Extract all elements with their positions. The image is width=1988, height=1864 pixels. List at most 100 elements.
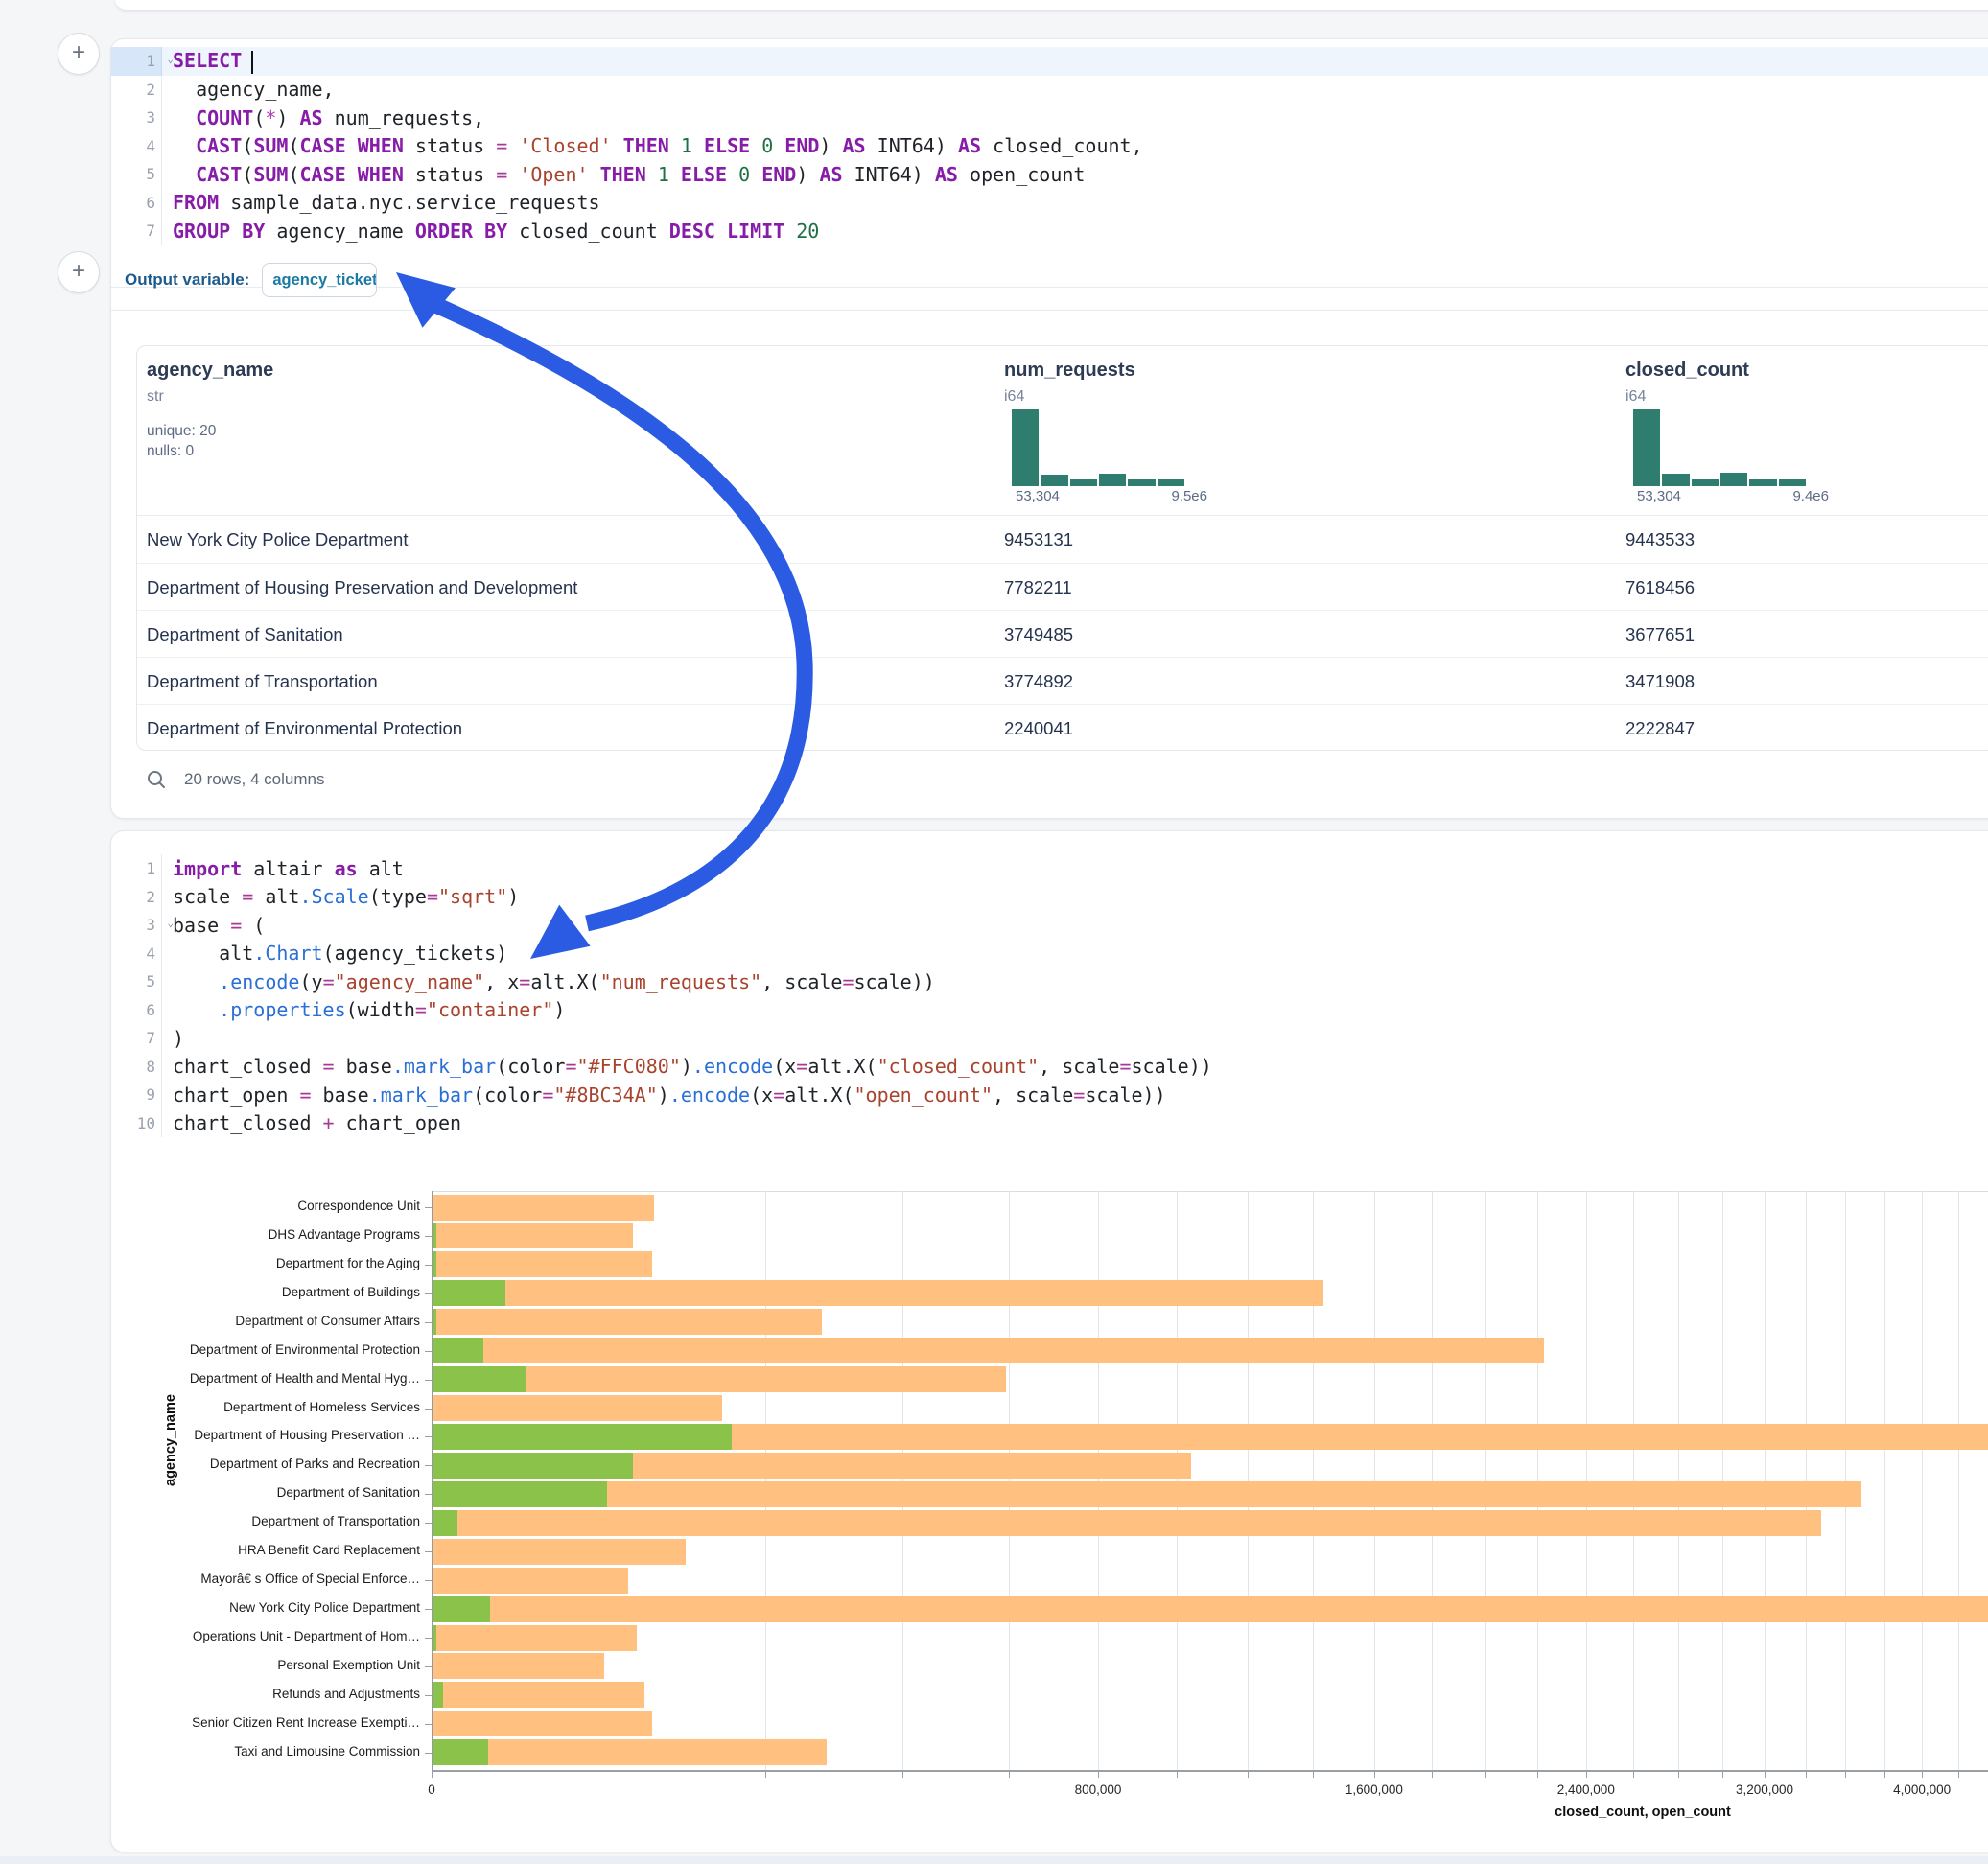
code-line[interactable]: 6FROM sample_data.nyc.service_requests — [111, 189, 1988, 218]
y-axis-tick — [425, 1638, 432, 1639]
code-line[interactable]: 2 agency_name, — [111, 76, 1988, 105]
code-token: agency_name — [265, 220, 415, 243]
code-line[interactable]: 5 CAST(SUM(CASE WHEN status = 'Open' THE… — [111, 160, 1988, 189]
code-token: WHEN — [358, 134, 404, 157]
x-axis-tick — [1009, 1772, 1010, 1778]
code-token: WHEN — [358, 163, 404, 186]
y-axis-label: Department of Housing Preservation … — [111, 1428, 420, 1442]
add-cell-button-top[interactable]: + — [58, 33, 100, 75]
code-token: (x — [773, 1055, 796, 1078]
bar-closed — [433, 1596, 1988, 1622]
code-line[interactable]: 6 .properties(width="container") — [111, 996, 1988, 1025]
code-token: .Chart — [253, 942, 322, 965]
code-token: COUNT — [196, 106, 253, 129]
code-token: alt — [173, 942, 253, 965]
code-token: ( — [242, 134, 253, 157]
y-axis-label: Correspondence Unit — [111, 1199, 420, 1213]
x-axis-tick — [902, 1772, 903, 1778]
add-cell-button-output[interactable]: + — [58, 251, 100, 293]
output-variable-input[interactable]: agency_tickets — [262, 263, 377, 297]
sql-code-editor[interactable]: 1⌄SELECT2 agency_name,3 COUNT(*) AS num_… — [111, 39, 1988, 256]
code-token: (color — [473, 1083, 542, 1107]
fold-chevron-icon[interactable]: ⌄ — [167, 917, 174, 929]
y-axis-tick — [425, 1494, 432, 1495]
code-line[interactable]: 4 CAST(SUM(CASE WHEN status = 'Closed' T… — [111, 132, 1988, 161]
histogram-bar — [1692, 479, 1719, 486]
code-token: chart_closed — [173, 1055, 323, 1078]
table-cell: 9453131 — [1004, 516, 1073, 563]
code-token: GROUP BY — [173, 220, 265, 243]
code-token: SUM — [253, 134, 288, 157]
gridline — [1586, 1191, 1587, 1770]
x-axis-title: closed_count, open_count — [1555, 1805, 1731, 1820]
fold-chevron-icon[interactable]: ⌄ — [167, 53, 174, 65]
x-axis-tick — [1678, 1772, 1679, 1778]
table-shape-text: 20 rows, 4 columns — [184, 770, 324, 789]
code-line[interactable]: 4 alt.Chart(agency_tickets) — [111, 940, 1988, 968]
code-token: = — [496, 163, 507, 186]
code-token: .mark_bar — [392, 1055, 496, 1078]
line-number-text: 3 — [146, 916, 155, 934]
code-line[interactable]: 3 COUNT(*) AS num_requests, — [111, 104, 1988, 132]
code-token: = — [242, 885, 253, 908]
bar-closed — [433, 1539, 686, 1565]
histogram-range-labels: 53,3049.5e6 — [1012, 488, 1207, 504]
code-line[interactable]: 3⌄base = ( — [111, 911, 1988, 940]
table-row[interactable]: Department of Environmental Protection22… — [137, 704, 1988, 751]
column-header[interactable]: agency_namestrunique: 20nulls: 0 — [147, 346, 273, 461]
python-code-editor[interactable]: 1import altair as alt2scale = alt.Scale(… — [111, 831, 1988, 1165]
code-token: alt — [358, 857, 404, 880]
x-axis-tick — [432, 1772, 433, 1778]
bar-open — [433, 1223, 436, 1248]
x-axis-tick — [1177, 1772, 1178, 1778]
y-axis-label: Department for the Aging — [111, 1256, 420, 1270]
code-line[interactable]: 2scale = alt.Scale(type="sqrt") — [111, 883, 1988, 912]
code-token: (y — [299, 970, 322, 993]
code-token: LIMIT — [727, 220, 784, 243]
code-token: 1 — [681, 134, 692, 157]
y-axis-label: Department of Buildings — [111, 1285, 420, 1299]
y-axis-label: Department of Homeless Services — [111, 1400, 420, 1414]
gridline — [1248, 1191, 1249, 1770]
table-row[interactable]: Department of Sanitation37494853677651 — [137, 610, 1988, 658]
code-line[interactable]: 8chart_closed = base.mark_bar(color="#FF… — [111, 1053, 1988, 1082]
table-cell: Department of Transportation — [147, 658, 378, 705]
y-axis-tick — [425, 1465, 432, 1466]
table-row[interactable]: New York City Police Department945313194… — [137, 516, 1988, 563]
table-row[interactable]: Department of Housing Preservation and D… — [137, 563, 1988, 611]
x-axis-tick — [1884, 1772, 1885, 1778]
code-token: base — [173, 914, 230, 937]
code-line[interactable]: 5 .encode(y="agency_name", x=alt.X("num_… — [111, 967, 1988, 996]
code-token — [173, 970, 219, 993]
column-header[interactable]: closed_counti64 — [1625, 346, 1749, 406]
code-line[interactable]: 1import altair as alt — [111, 854, 1988, 883]
table-cell: 2240041 — [1004, 705, 1073, 751]
bar-open — [433, 1338, 483, 1363]
line-number: 2 — [111, 883, 162, 912]
bar-open — [433, 1424, 732, 1450]
y-axis-line — [432, 1191, 433, 1770]
code-line[interactable]: 7) — [111, 1024, 1988, 1053]
table-row[interactable]: Department of Transportation377489234719… — [137, 657, 1988, 705]
code-text: .properties(width="container") — [162, 998, 565, 1021]
y-axis-title: agency_name — [163, 1394, 178, 1486]
code-line[interactable]: 7GROUP BY agency_name ORDER BY closed_co… — [111, 217, 1988, 245]
line-number: 7 — [111, 1024, 162, 1053]
search-icon[interactable] — [146, 769, 167, 790]
code-token: = — [323, 1055, 335, 1078]
code-token: = — [796, 1055, 807, 1078]
code-token: scale)) — [1085, 1083, 1165, 1107]
line-number: 1 — [111, 854, 162, 883]
column-header[interactable]: num_requestsi64 — [1004, 346, 1135, 406]
y-axis-tick — [425, 1380, 432, 1381]
code-line[interactable]: 9chart_open = base.mark_bar(color="#8BC3… — [111, 1081, 1988, 1109]
text-cursor — [251, 51, 253, 74]
code-line[interactable]: 10chart_closed + chart_open — [111, 1109, 1988, 1138]
code-line[interactable]: 1⌄SELECT — [111, 47, 1988, 76]
table-cell: 7618456 — [1625, 564, 1695, 611]
gridline — [1374, 1191, 1375, 1770]
histogram-bar — [1720, 473, 1747, 486]
code-token: INT64 — [854, 163, 912, 186]
y-axis-tick — [425, 1236, 432, 1237]
code-token: THEN — [623, 134, 669, 157]
